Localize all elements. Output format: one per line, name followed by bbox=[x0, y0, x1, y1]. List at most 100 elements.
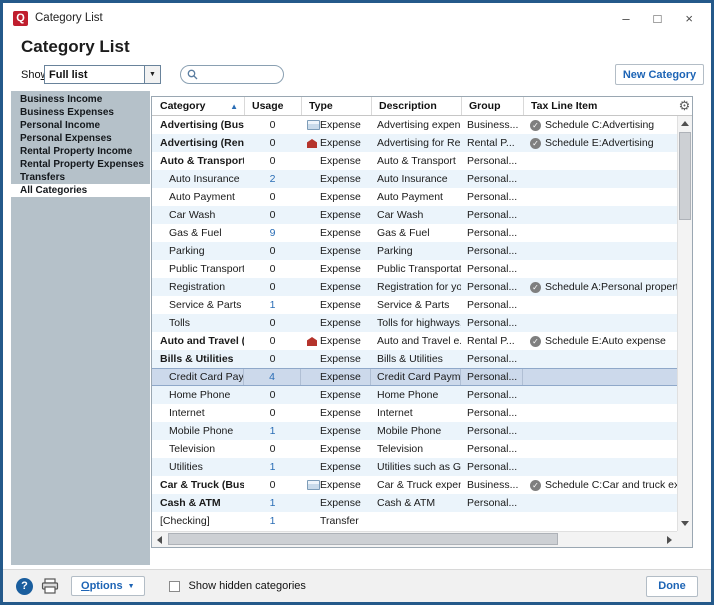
options-button[interactable]: Options ▼ bbox=[71, 576, 145, 596]
sidebar-item-label: All Categories bbox=[20, 185, 87, 196]
table-row[interactable]: Television 0 Expense Television Personal… bbox=[152, 440, 679, 458]
table-row[interactable]: Advertising (Busi... 0 Expense Advertisi… bbox=[152, 116, 679, 134]
usage-count[interactable]: 0 bbox=[270, 281, 276, 293]
business-icon bbox=[307, 120, 320, 130]
table-row[interactable]: Utilities 1 Expense Utilities such as Ga… bbox=[152, 458, 679, 476]
horizontal-scroll-thumb[interactable] bbox=[168, 533, 558, 545]
cell-category: Auto & Transport bbox=[152, 152, 244, 170]
cell-usage: 0 bbox=[244, 188, 301, 206]
cell-type: Expense bbox=[301, 404, 371, 422]
usage-count[interactable]: 2 bbox=[270, 173, 276, 185]
sidebar-item-all-categories[interactable]: All Categories bbox=[11, 184, 150, 197]
table-row[interactable]: Car & Truck (Busi... 0 Expense Car & Tru… bbox=[152, 476, 679, 494]
table-row[interactable]: Public Transport... 0 Expense Public Tra… bbox=[152, 260, 679, 278]
usage-count[interactable]: 0 bbox=[270, 191, 276, 203]
table-row[interactable]: Gas & Fuel 9 Expense Gas & Fuel Personal… bbox=[152, 224, 679, 242]
usage-count[interactable]: 1 bbox=[270, 425, 276, 437]
column-header-category[interactable]: Category ▲ bbox=[152, 97, 244, 115]
table-row[interactable]: Cash & ATM 1 Expense Cash & ATM Personal… bbox=[152, 494, 679, 512]
cell-usage: 0 bbox=[244, 134, 301, 152]
search-icon bbox=[187, 69, 198, 80]
scroll-up-icon[interactable] bbox=[678, 117, 692, 130]
usage-count[interactable]: 0 bbox=[270, 245, 276, 257]
vertical-scroll-thumb[interactable] bbox=[679, 132, 691, 220]
usage-count[interactable]: 0 bbox=[270, 353, 276, 365]
cell-group: Personal... bbox=[461, 458, 523, 476]
table-row[interactable]: Parking 0 Expense Parking Personal... bbox=[152, 242, 679, 260]
close-button[interactable]: × bbox=[685, 12, 693, 25]
table-row[interactable]: Internet 0 Expense Internet Personal... bbox=[152, 404, 679, 422]
usage-count[interactable]: 0 bbox=[270, 209, 276, 221]
column-header-usage[interactable]: Usage bbox=[244, 97, 301, 115]
table-row[interactable]: [Checking] 1 Transfer bbox=[152, 512, 679, 530]
table-row[interactable]: Advertising (Rental) 0 Expense Advertisi… bbox=[152, 134, 679, 152]
sidebar-item-transfers[interactable]: Transfers bbox=[11, 171, 150, 184]
minimize-button[interactable]: – bbox=[622, 12, 629, 25]
usage-count[interactable]: 0 bbox=[270, 137, 276, 149]
usage-count[interactable]: 4 bbox=[269, 371, 275, 383]
new-category-button[interactable]: New Category bbox=[615, 64, 704, 85]
cell-tax-line bbox=[523, 152, 679, 170]
sidebar-item-business-income[interactable]: Business Income bbox=[11, 93, 150, 106]
column-header-tax-line[interactable]: Tax Line Item bbox=[523, 97, 677, 115]
cell-usage: 4 bbox=[244, 369, 301, 385]
cell-description: Utilities such as Ga... bbox=[371, 458, 461, 476]
usage-count[interactable]: 0 bbox=[270, 263, 276, 275]
usage-count[interactable]: 0 bbox=[270, 155, 276, 167]
sidebar-item-label: Business Income bbox=[20, 94, 102, 105]
scroll-left-icon[interactable] bbox=[153, 532, 166, 547]
cell-tax-line bbox=[523, 260, 679, 278]
cell-category: Auto Insurance bbox=[152, 170, 244, 188]
usage-count[interactable]: 1 bbox=[270, 299, 276, 311]
table-row[interactable]: Auto Payment 0 Expense Auto Payment Pers… bbox=[152, 188, 679, 206]
table-row[interactable]: Bills & Utilities 0 Expense Bills & Util… bbox=[152, 350, 679, 368]
usage-count[interactable]: 0 bbox=[270, 443, 276, 455]
sidebar-item-business-expenses[interactable]: Business Expenses bbox=[11, 106, 150, 119]
table-row[interactable]: Registration 0 Expense Registration for … bbox=[152, 278, 679, 296]
cell-group: Personal... bbox=[461, 242, 523, 260]
cell-category: Home Phone bbox=[152, 386, 244, 404]
table-row[interactable]: Tolls 0 Expense Tolls for highways,... P… bbox=[152, 314, 679, 332]
usage-count[interactable]: 1 bbox=[270, 515, 276, 527]
sidebar-item-personal-expenses[interactable]: Personal Expenses bbox=[11, 132, 150, 145]
scroll-right-icon[interactable] bbox=[663, 532, 676, 547]
gear-icon[interactable]: ⚙ bbox=[677, 97, 692, 115]
table-row[interactable]: Home Phone 0 Expense Home Phone Personal… bbox=[152, 386, 679, 404]
page-title: Category List bbox=[21, 37, 130, 57]
usage-count[interactable]: 0 bbox=[270, 317, 276, 329]
help-button[interactable]: ? bbox=[16, 578, 33, 595]
table-row[interactable]: Service & Parts 1 Expense Service & Part… bbox=[152, 296, 679, 314]
search-box[interactable] bbox=[180, 65, 284, 84]
table-row[interactable]: Auto & Transport 0 Expense Auto & Transp… bbox=[152, 152, 679, 170]
scroll-down-icon[interactable] bbox=[678, 517, 692, 530]
tax-check-icon: ✓ bbox=[530, 282, 541, 293]
usage-count[interactable]: 0 bbox=[270, 335, 276, 347]
table-row[interactable]: Mobile Phone 1 Expense Mobile Phone Pers… bbox=[152, 422, 679, 440]
usage-count[interactable]: 0 bbox=[270, 479, 276, 491]
table-row[interactable]: Auto and Travel (... 0 Expense Auto and … bbox=[152, 332, 679, 350]
show-hidden-checkbox[interactable] bbox=[169, 581, 180, 592]
table-row[interactable]: Credit Card Pay... 4 Expense Credit Card… bbox=[152, 368, 679, 386]
search-input[interactable] bbox=[198, 68, 277, 82]
column-header-type[interactable]: Type bbox=[301, 97, 371, 115]
usage-count[interactable]: 9 bbox=[270, 227, 276, 239]
sidebar-item-rental-property-expenses[interactable]: Rental Property Expenses bbox=[11, 158, 150, 171]
table-row[interactable]: Auto Insurance 2 Expense Auto Insurance … bbox=[152, 170, 679, 188]
column-header-group[interactable]: Group bbox=[461, 97, 523, 115]
usage-count[interactable]: 0 bbox=[270, 389, 276, 401]
show-filter-dropdown[interactable]: Full list ▼ bbox=[44, 65, 161, 84]
maximize-button[interactable]: □ bbox=[654, 12, 662, 25]
usage-count[interactable]: 0 bbox=[270, 407, 276, 419]
print-button[interactable] bbox=[41, 578, 59, 594]
vertical-scrollbar[interactable] bbox=[677, 116, 692, 531]
cell-description: Advertising expen... bbox=[371, 116, 461, 134]
sidebar-item-rental-property-income[interactable]: Rental Property Income bbox=[11, 145, 150, 158]
done-button[interactable]: Done bbox=[646, 576, 698, 597]
column-header-description[interactable]: Description bbox=[371, 97, 461, 115]
usage-count[interactable]: 1 bbox=[270, 461, 276, 473]
usage-count[interactable]: 0 bbox=[270, 119, 276, 131]
usage-count[interactable]: 1 bbox=[270, 497, 276, 509]
table-row[interactable]: Car Wash 0 Expense Car Wash Personal... bbox=[152, 206, 679, 224]
horizontal-scrollbar[interactable] bbox=[152, 531, 677, 547]
sidebar-item-personal-income[interactable]: Personal Income bbox=[11, 119, 150, 132]
